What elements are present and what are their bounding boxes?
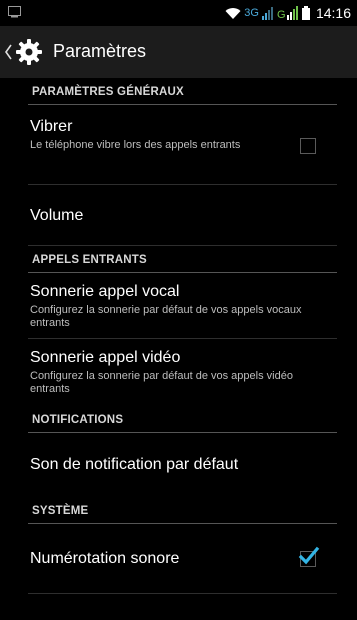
- back-chevron-icon[interactable]: [4, 43, 13, 61]
- setting-video-ringtone-title: Sonnerie appel vidéo: [30, 349, 181, 366]
- svg-text:G: G: [277, 9, 286, 20]
- section-header-system: SYSTÈME: [0, 497, 357, 524]
- settings-list: PARAMÈTRES GÉNÉRAUX Vibrer Le téléphone …: [0, 78, 357, 594]
- checkmark-icon: [298, 546, 320, 565]
- page-title: Paramètres: [53, 41, 147, 61]
- signal-icon-2: G: [277, 6, 298, 20]
- clock: 14:16: [315, 5, 351, 21]
- setting-video-ringtone-summary: Configurez la sonnerie par défaut de vos…: [30, 370, 293, 395]
- setting-volume-title: Volume: [30, 207, 84, 224]
- section-header-notifications: NOTIFICATIONS: [0, 406, 357, 433]
- item-divider: [28, 593, 337, 594]
- setting-dial-tones[interactable]: Numérotation sonore: [0, 524, 357, 594]
- section-header-incoming: APPELS ENTRANTS: [0, 246, 357, 273]
- setting-video-ringtone[interactable]: Sonnerie appel vidéo Configurez la sonne…: [0, 339, 357, 406]
- setting-voice-ringtone[interactable]: Sonnerie appel vocal Configurez la sonne…: [0, 273, 357, 339]
- section-header-general-label: PARAMÈTRES GÉNÉRAUX: [32, 85, 184, 98]
- section-header-general: PARAMÈTRES GÉNÉRAUX: [0, 78, 357, 105]
- notification-icon: [8, 6, 21, 18]
- setting-vibrate[interactable]: Vibrer Le téléphone vibre lors des appel…: [0, 105, 357, 185]
- settings-screen: 3G G 14:16 Paramètres PARAMÈTRES GÉNÉRAU…: [0, 0, 357, 620]
- setting-notification-sound[interactable]: Son de notification par défaut: [0, 433, 357, 497]
- setting-notification-sound-title: Son de notification par défaut: [30, 456, 239, 473]
- action-bar: Paramètres: [0, 26, 357, 78]
- setting-dial-tones-title: Numérotation sonore: [30, 550, 180, 567]
- setting-voice-ringtone-title: Sonnerie appel vocal: [30, 283, 180, 300]
- setting-vibrate-title: Vibrer: [30, 118, 73, 135]
- section-header-incoming-label: APPELS ENTRANTS: [32, 253, 147, 266]
- signal-icon-1: [261, 6, 273, 20]
- vibrate-checkbox[interactable]: [300, 138, 316, 154]
- setting-voice-ringtone-summary: Configurez la sonnerie par défaut de vos…: [30, 304, 302, 329]
- section-header-notifications-label: NOTIFICATIONS: [32, 413, 124, 426]
- battery-icon: [301, 6, 310, 20]
- section-header-system-label: SYSTÈME: [32, 504, 89, 517]
- wifi-icon: [225, 7, 241, 19]
- setting-vibrate-summary: Le téléphone vibre lors des appels entra…: [30, 139, 241, 151]
- network-type: 3G: [244, 7, 259, 19]
- status-bar: 3G G 14:16: [0, 0, 357, 26]
- settings-gear-icon[interactable]: [15, 38, 43, 66]
- setting-volume[interactable]: Volume: [0, 185, 357, 246]
